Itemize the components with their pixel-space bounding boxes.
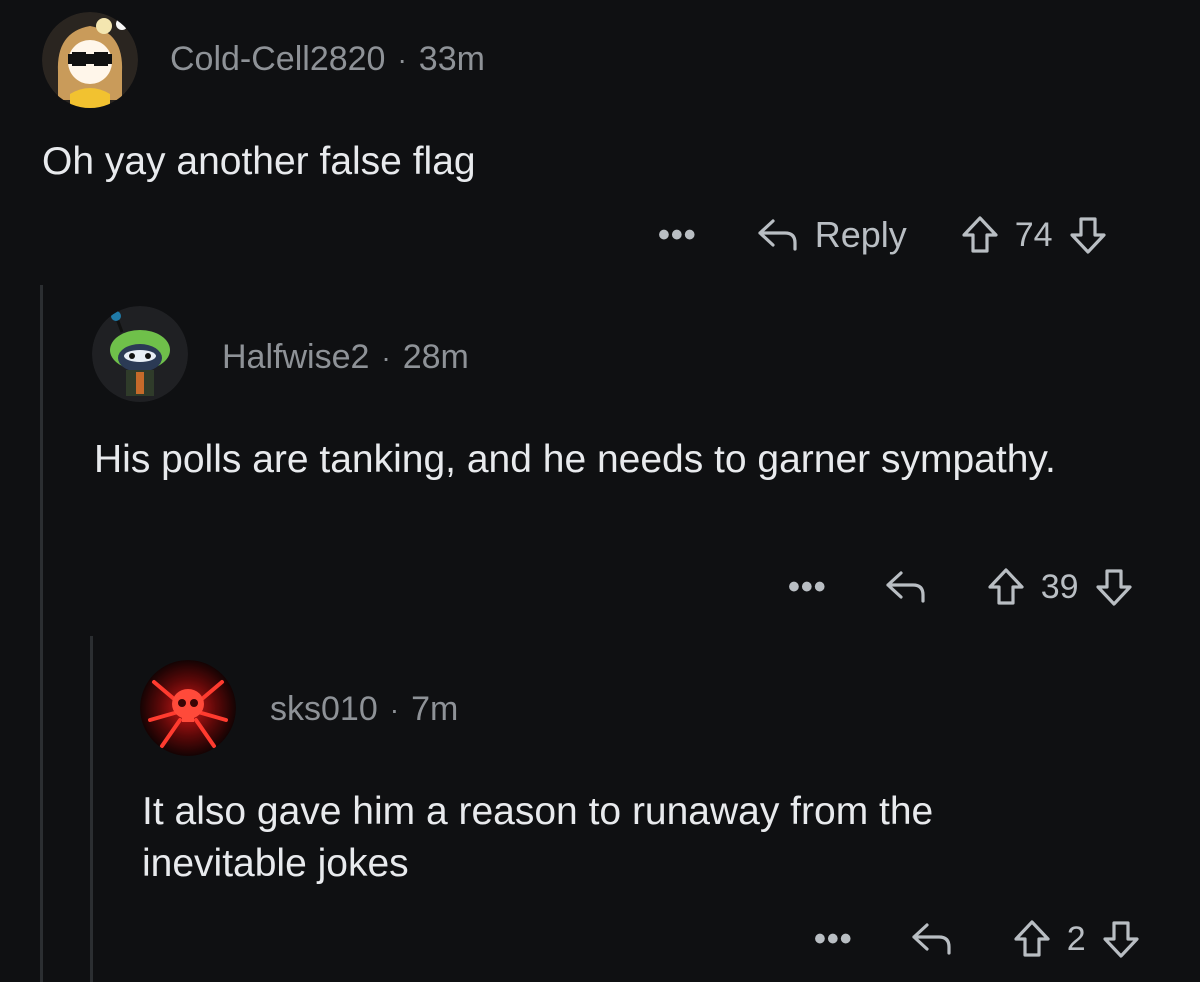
- vote-control: 39: [985, 566, 1135, 608]
- user-avatar[interactable]: [92, 306, 188, 402]
- reply-arrow-icon: [912, 923, 951, 955]
- comment-text: It also gave him a reason to runaway fro…: [142, 790, 934, 885]
- separator-dot: ·: [389, 693, 400, 725]
- reply-button[interactable]: [909, 919, 955, 959]
- reply-arrow-icon: [758, 219, 797, 251]
- username[interactable]: Halfwise2: [222, 338, 369, 377]
- upvote-icon[interactable]: [959, 214, 1001, 256]
- reply-button[interactable]: Reply: [755, 214, 907, 256]
- username[interactable]: Cold-Cell2820: [170, 40, 385, 79]
- vote-score: 2: [1066, 919, 1086, 958]
- user-avatar[interactable]: [140, 660, 236, 756]
- separator-dot: ·: [381, 341, 391, 373]
- vote-control: 74: [959, 214, 1109, 256]
- more-options-button[interactable]: •••: [788, 568, 827, 607]
- reply-arrow-icon: [886, 571, 925, 603]
- comment-text: His polls are tanking, and he needs to g…: [94, 438, 1056, 481]
- reply-button[interactable]: [883, 567, 929, 607]
- downvote-icon[interactable]: [1067, 214, 1109, 256]
- separator-dot: ·: [397, 43, 407, 75]
- timestamp[interactable]: 7m: [411, 690, 458, 729]
- upvote-icon[interactable]: [985, 566, 1027, 608]
- username[interactable]: sks010: [270, 690, 378, 729]
- downvote-icon[interactable]: [1093, 566, 1135, 608]
- vote-score: 39: [1040, 567, 1079, 606]
- anime-girl-sunglasses-icon: [42, 12, 138, 108]
- thread-line-level-1[interactable]: [40, 285, 43, 982]
- reply-label: Reply: [814, 214, 907, 255]
- upvote-icon[interactable]: [1011, 918, 1053, 960]
- comment-text: Oh yay another false flag: [42, 140, 476, 183]
- thread-line-level-2[interactable]: [90, 636, 93, 982]
- more-options-button[interactable]: •••: [814, 920, 853, 959]
- downvote-icon[interactable]: [1100, 918, 1142, 960]
- timestamp[interactable]: 33m: [419, 40, 485, 79]
- user-avatar[interactable]: [42, 12, 138, 108]
- timestamp[interactable]: 28m: [403, 338, 469, 377]
- vote-control: 2: [1011, 918, 1142, 960]
- snoo-frog-hat-icon: [92, 306, 188, 402]
- red-skull-icon: [140, 660, 236, 756]
- vote-score: 74: [1014, 215, 1053, 254]
- more-options-button[interactable]: •••: [658, 216, 697, 255]
